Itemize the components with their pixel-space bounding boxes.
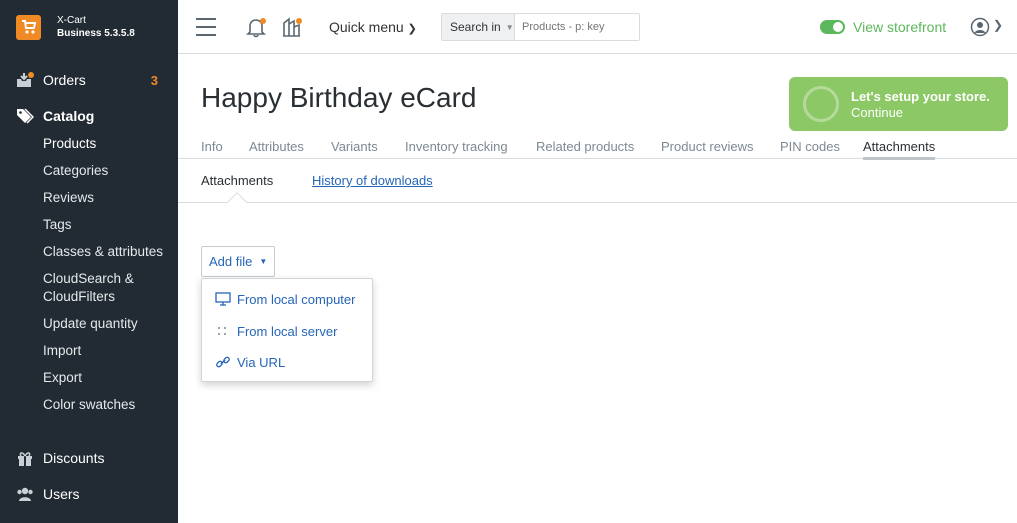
sidebar-item-users[interactable]: Users: [0, 481, 178, 507]
tags-icon: [17, 108, 34, 124]
sidebar-label-users: Users: [43, 486, 80, 502]
sidebar-item-export[interactable]: Export: [43, 369, 82, 387]
search-input[interactable]: [515, 14, 639, 40]
quick-menu-button[interactable]: Quick menu ❯: [329, 19, 417, 35]
sidebar-item-classes-attributes[interactable]: Classes & attributes: [43, 243, 163, 261]
caret-down-icon: ▼: [259, 257, 268, 266]
setup-store-banner[interactable]: Let's setup your store. Continue: [789, 77, 1008, 131]
menu-item-via-url[interactable]: Via URL: [202, 348, 372, 376]
user-account-icon[interactable]: [970, 17, 990, 37]
sidebar-item-catalog[interactable]: Catalog: [0, 103, 178, 129]
menu-item-label: Via URL: [237, 354, 286, 370]
sidebar-item-tags[interactable]: Tags: [43, 216, 72, 234]
product-tabs: Info Attributes Variants Inventory track…: [178, 137, 1017, 160]
menu-item-label: From local server: [237, 323, 338, 339]
sidebar-item-import[interactable]: Import: [43, 342, 81, 360]
sidebar-item-orders[interactable]: Orders 3: [0, 67, 178, 93]
active-subtab-pointer: [227, 192, 247, 212]
tab-variants[interactable]: Variants: [331, 139, 378, 154]
search-scope-select[interactable]: Search in ▼: [442, 14, 515, 40]
tab-product-reviews[interactable]: Product reviews: [661, 139, 753, 154]
storefront-toggle[interactable]: [820, 20, 845, 34]
menu-item-from-local-computer[interactable]: From local computer: [202, 285, 372, 313]
view-storefront-link[interactable]: View storefront: [853, 19, 946, 35]
sidebar-label-catalog: Catalog: [43, 108, 95, 124]
add-file-dropdown-menu: From local computer From local server Vi…: [201, 278, 373, 382]
sidebar-label-discounts: Discounts: [43, 450, 105, 466]
tab-info[interactable]: Info: [201, 139, 223, 154]
hamburger-menu-icon[interactable]: [196, 18, 216, 36]
menu-item-label: From local computer: [237, 291, 356, 307]
setup-title: Let's setup your store.: [851, 89, 990, 104]
tab-inventory-tracking[interactable]: Inventory tracking: [405, 139, 508, 154]
caret-down-icon: ▼: [505, 22, 514, 32]
link-icon: [216, 356, 230, 368]
search-bar: Search in ▼: [441, 13, 640, 41]
add-file-label: Add file: [209, 254, 253, 269]
sidebar-item-reviews[interactable]: Reviews: [43, 189, 94, 207]
tab-pin-codes[interactable]: PIN codes: [780, 139, 840, 154]
brand-version: Business 5.3.5.8: [57, 28, 135, 39]
tab-attachments[interactable]: Attachments: [863, 139, 936, 160]
progress-ring-icon: [803, 86, 839, 122]
sidebar-item-discounts[interactable]: Discounts: [0, 445, 178, 471]
sidebar-item-products[interactable]: Products: [43, 135, 96, 153]
page-title: Happy Birthday eCard: [201, 82, 477, 113]
subtab-history-of-downloads[interactable]: History of downloads: [312, 173, 433, 188]
monitor-icon: [215, 292, 231, 306]
bell-icon[interactable]: [245, 16, 267, 38]
attachments-subtabs: Attachments History of downloads: [178, 170, 1017, 212]
setup-continue-link[interactable]: Continue: [851, 105, 903, 120]
marketplace-icon[interactable]: [281, 16, 303, 38]
sidebar-label-orders: Orders: [43, 72, 86, 88]
brand-name: X-Cart: [57, 15, 86, 26]
gift-icon: [18, 452, 32, 466]
tab-attributes[interactable]: Attributes: [249, 139, 304, 154]
chevron-right-icon[interactable]: ❯: [993, 18, 1003, 32]
top-header: Quick menu ❯ Search in▼ View storefront …: [178, 0, 1017, 54]
subtab-attachments[interactable]: Attachments: [201, 173, 273, 188]
tab-related-products[interactable]: Related products: [536, 139, 634, 154]
orders-count-badge: 3: [150, 72, 158, 88]
server-dots-icon: [218, 327, 226, 335]
sidebar-item-cloudsearch[interactable]: CloudSearch & CloudFilters: [43, 270, 143, 306]
orders-icon: [17, 72, 34, 87]
quick-menu-label: Quick menu: [329, 19, 404, 35]
brand[interactable]: X-Cart Business 5.3.5.8: [0, 0, 178, 54]
brand-text: X-Cart Business 5.3.5.8: [57, 14, 135, 40]
users-icon: [17, 487, 33, 501]
sidebar-item-categories[interactable]: Categories: [43, 162, 108, 180]
sidebar-item-update-quantity[interactable]: Update quantity: [43, 315, 138, 333]
sidebar: X-Cart Business 5.3.5.8 Orders 3 Catalog…: [0, 0, 178, 523]
chevron-right-icon: ❯: [407, 23, 417, 35]
sidebar-item-color-swatches[interactable]: Color swatches: [43, 396, 135, 414]
xcart-logo-icon: [16, 14, 41, 40]
add-file-button[interactable]: Add file ▼: [201, 246, 275, 277]
menu-item-from-local-server[interactable]: From local server: [202, 317, 372, 345]
search-scope-label: Search in: [450, 20, 501, 34]
